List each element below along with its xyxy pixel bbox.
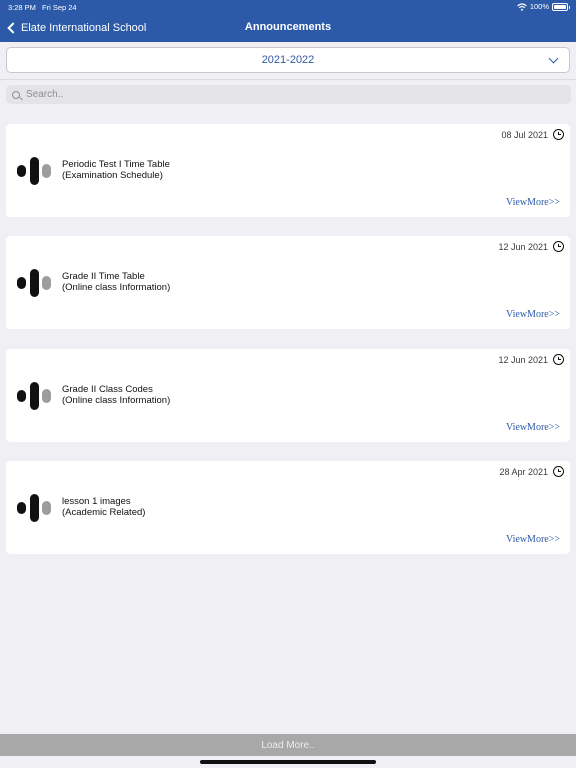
announcement-card[interactable]: 08 Jul 2021 Periodic Test I Time Table (… [6,124,570,217]
school-logo-icon [17,382,53,410]
clock-icon [553,354,564,365]
announcement-category: (Online class Information) [62,282,171,293]
announcement-title: Grade II Time Table [62,271,145,282]
home-indicator[interactable] [200,760,376,764]
view-more-link[interactable]: ViewMore>> [506,422,560,433]
announcement-category: (Academic Related) [62,507,146,518]
status-right: 100% [516,2,570,11]
announcement-title: lesson 1 images [62,496,131,507]
announcement-card[interactable]: 12 Jun 2021 Grade II Time Table (Online … [6,236,570,329]
status-bar: 3:28 PM Fri Sep 24 100% [0,0,576,14]
school-logo-icon [17,157,53,185]
view-more-link[interactable]: ViewMore>> [506,309,560,320]
search-input[interactable] [26,89,546,100]
announcement-date: 12 Jun 2021 [498,355,548,365]
announcement-card[interactable]: 12 Jun 2021 Grade II Class Codes (Online… [6,349,570,442]
chevron-down-icon [548,53,559,64]
announcement-category: (Online class Information) [62,395,171,406]
academic-year-value: 2021-2022 [261,54,315,66]
clock-icon [553,129,564,140]
announcement-date: 08 Jul 2021 [501,130,548,140]
announcement-title: Grade II Class Codes [62,384,153,395]
view-more-link[interactable]: ViewMore>> [506,197,560,208]
clock-icon [553,241,564,252]
announcement-category: (Examination Schedule) [62,170,163,181]
navigation-bar: 3:28 PM Fri Sep 24 100% Elate Internatio… [0,0,576,42]
school-logo-icon [17,269,53,297]
view-more-link[interactable]: ViewMore>> [506,534,560,545]
status-time: 3:28 PM [8,3,36,12]
wifi-icon [516,2,527,11]
status-date: Fri Sep 24 [42,3,77,12]
search-icon [12,90,20,99]
battery-percent: 100% [529,2,549,11]
page-title: Announcements [244,21,332,33]
search-bar[interactable] [6,85,571,104]
academic-year-dropdown[interactable]: 2021-2022 [6,47,570,73]
announcement-card[interactable]: 28 Apr 2021 lesson 1 images (Academic Re… [6,461,570,554]
announcement-date: 28 Apr 2021 [499,467,548,477]
clock-icon [553,466,564,477]
battery-icon [552,2,570,11]
load-more-button[interactable]: Load More.. [0,734,576,756]
school-logo-icon [17,494,53,522]
announcement-title: Periodic Test I Time Table [62,159,170,170]
announcement-date: 12 Jun 2021 [498,242,548,252]
divider [0,79,576,80]
